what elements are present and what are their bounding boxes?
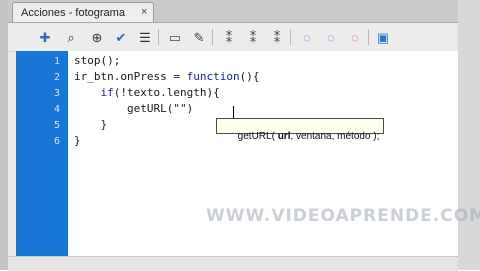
- toolbar-separator: [212, 29, 213, 45]
- code-line[interactable]: }: [74, 134, 81, 147]
- tab-actions-frame[interactable]: Acciones - fotograma ×: [12, 2, 154, 22]
- code-line[interactable]: }: [74, 118, 107, 131]
- line-number: 6: [53, 136, 60, 147]
- find-icon[interactable]: ⌕: [62, 28, 80, 46]
- line-number: 4: [53, 104, 60, 115]
- actions-panel: Acciones - fotograma × ✚ ⌕ ⊕ ✔ ☰ ▭ ✎ ⁑ ⁑…: [8, 0, 480, 271]
- actions-toolbar: ✚ ⌕ ⊕ ✔ ☰ ▭ ✎ ⁑ ⁑ ⁑ ◌ ◌ ◌ ▣: [8, 23, 458, 52]
- toolbar-separator: [368, 29, 369, 45]
- text-cursor: [233, 106, 234, 118]
- code-line[interactable]: ir_btn.onPress = function(){: [74, 70, 259, 83]
- apply-line-comment-icon[interactable]: ◌: [322, 28, 340, 46]
- window-edge: [0, 0, 8, 270]
- apply-block-comment-icon[interactable]: ◌: [298, 28, 316, 46]
- script-pane[interactable]: 1 2 3 4 5 6 stop(); ir_btn.onPress = fun…: [16, 51, 480, 256]
- show-hide-toolbox-icon[interactable]: ▣: [374, 28, 392, 46]
- add-statement-icon[interactable]: ✚: [36, 28, 54, 46]
- remove-comment-icon[interactable]: ◌: [346, 28, 364, 46]
- code-line[interactable]: getURL(""): [74, 102, 193, 115]
- toolbar-separator: [158, 29, 159, 45]
- auto-format-icon[interactable]: ☰: [136, 28, 154, 46]
- tab-title: Acciones - fotograma: [21, 7, 125, 19]
- close-icon[interactable]: ×: [141, 6, 147, 18]
- line-number: 3: [53, 88, 60, 99]
- expand-all-icon[interactable]: ⁑: [268, 28, 286, 46]
- line-number-gutter: 1 2 3 4 5 6: [16, 51, 68, 256]
- status-bar: [8, 256, 458, 271]
- toolbar-separator: [290, 29, 291, 45]
- window-edge-right: [458, 0, 480, 270]
- check-syntax-icon[interactable]: ✔: [112, 28, 130, 46]
- debug-options-icon[interactable]: ✎: [190, 28, 208, 46]
- tab-strip: Acciones - fotograma ×: [8, 0, 458, 23]
- collapse-between-braces-icon[interactable]: ⁑: [220, 28, 238, 46]
- line-number: 2: [53, 72, 60, 83]
- line-number: 1: [53, 56, 60, 67]
- collapse-selection-icon[interactable]: ⁑: [244, 28, 262, 46]
- code-hint-text: getURL( url, ventana, método );: [237, 131, 380, 142]
- target-icon[interactable]: ⊕: [88, 28, 106, 46]
- line-number: 5: [53, 120, 60, 131]
- watermark: WWW.VIDEOAPRENDE.COM: [206, 206, 480, 226]
- code-line[interactable]: stop();: [74, 54, 120, 67]
- code-hint-icon[interactable]: ▭: [166, 28, 184, 46]
- code-line[interactable]: if(!texto.length){: [74, 86, 220, 99]
- code-hint-tooltip: getURL( url, ventana, método );: [216, 118, 385, 142]
